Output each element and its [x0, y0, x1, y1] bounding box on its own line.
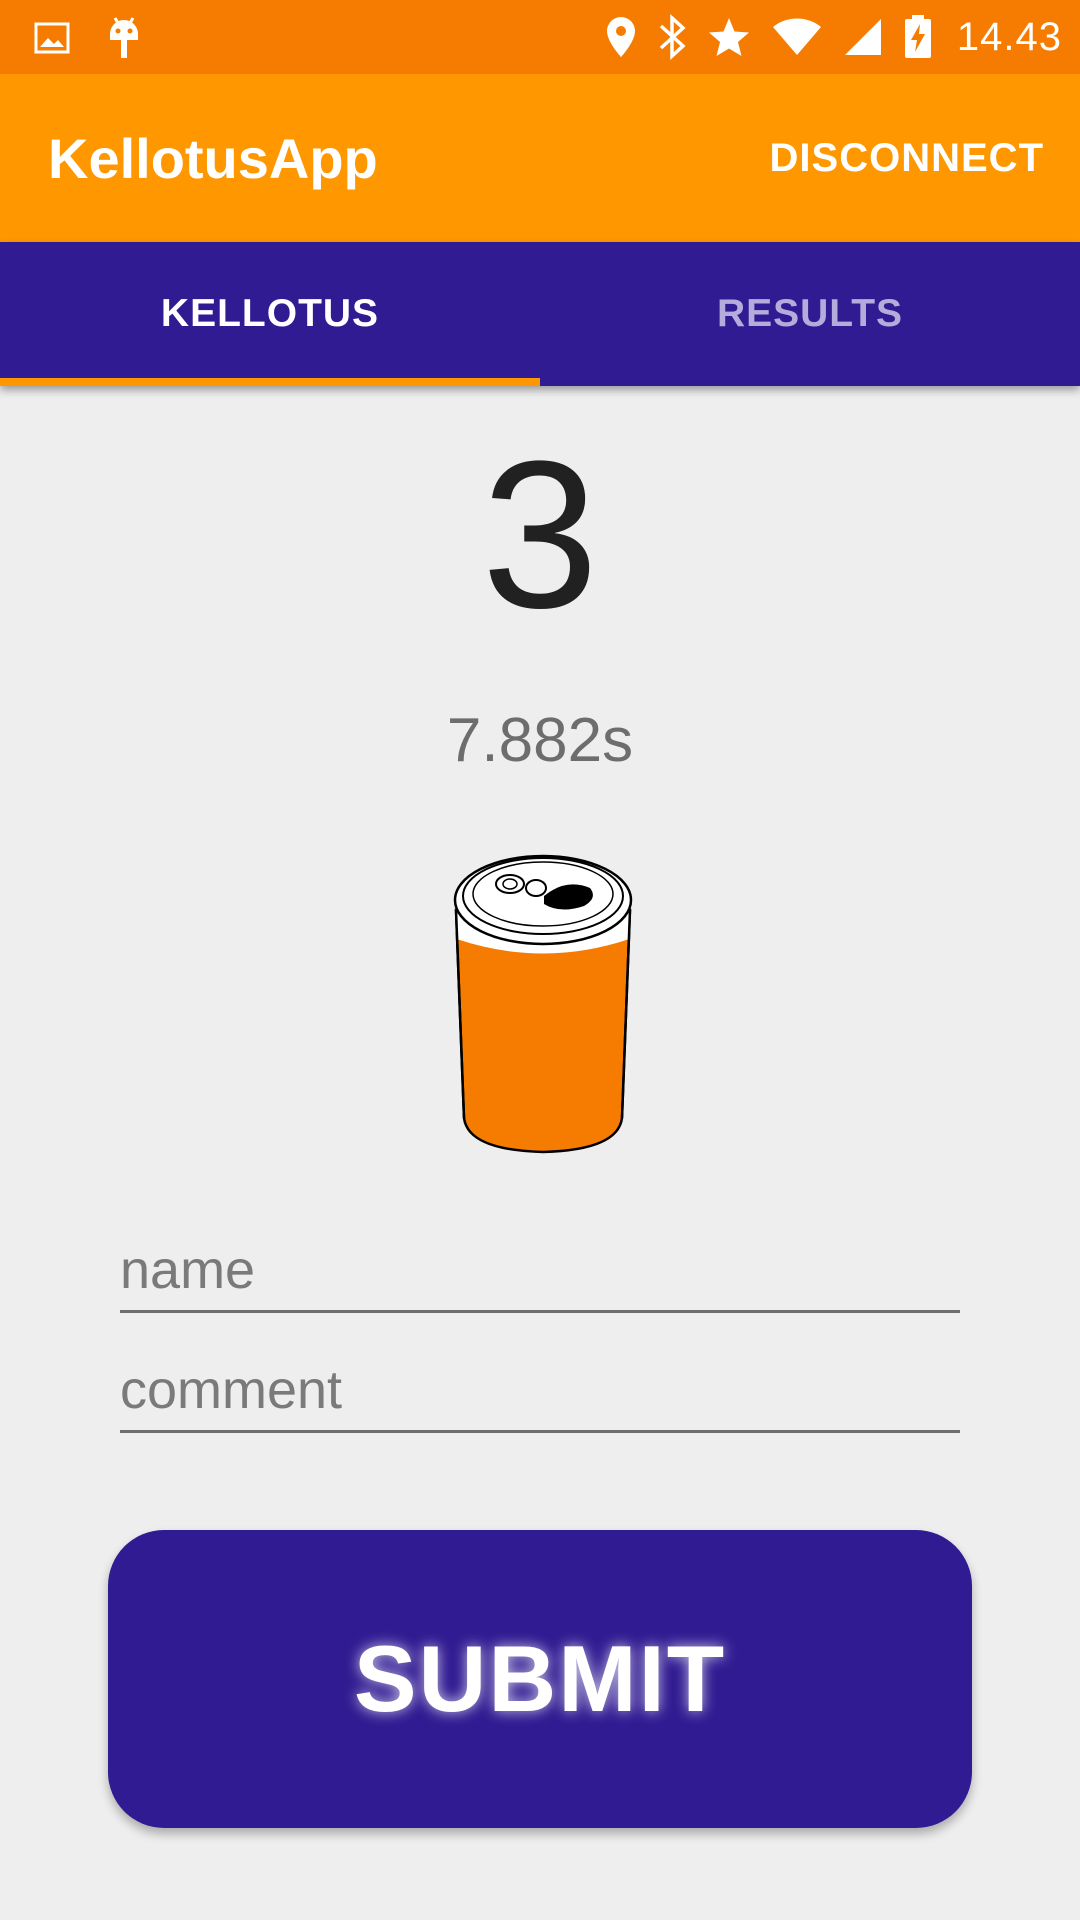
tab-kellotus-label: KELLOTUS	[160, 292, 380, 335]
timer-value: 7.882s	[446, 706, 634, 775]
screen: 14.43 KellotusApp DISCONNECT KELLOTUS RE…	[0, 0, 1080, 1920]
status-bar: 14.43	[0, 0, 1080, 74]
status-time: 14.43	[956, 14, 1062, 59]
star-icon	[708, 18, 749, 56]
disconnect-button[interactable]: DISCONNECT	[770, 136, 1044, 181]
wifi-icon	[772, 18, 821, 56]
app-title: KellotusApp	[48, 127, 378, 190]
submit-label: SUBMIT	[353, 1626, 727, 1731]
location-icon	[606, 17, 635, 57]
status-left-icons	[34, 14, 142, 62]
name-input[interactable]	[120, 1230, 960, 1310]
tab-bar: KELLOTUS RESULTS	[0, 242, 1080, 386]
comment-field[interactable]	[120, 1350, 960, 1433]
comment-input[interactable]	[120, 1350, 960, 1430]
tab-results-label: RESULTS	[716, 292, 904, 335]
name-field[interactable]	[120, 1230, 960, 1313]
app-bar: KellotusApp DISCONNECT	[0, 74, 1080, 242]
bluetooth-icon	[659, 14, 686, 60]
tab-indicator	[0, 378, 540, 386]
battery-charging-icon	[904, 15, 931, 58]
soda-can-icon	[453, 854, 633, 1154]
status-right-icons: 14.43	[605, 8, 1062, 66]
tab-kellotus[interactable]: KELLOTUS	[0, 242, 540, 386]
tab-results[interactable]: RESULTS	[540, 242, 1080, 386]
submit-button[interactable]: SUBMIT	[108, 1530, 972, 1828]
android-icon	[110, 17, 138, 58]
counter-value: 3	[481, 417, 599, 652]
cell-signal-icon	[844, 19, 881, 55]
image-icon	[34, 22, 70, 54]
